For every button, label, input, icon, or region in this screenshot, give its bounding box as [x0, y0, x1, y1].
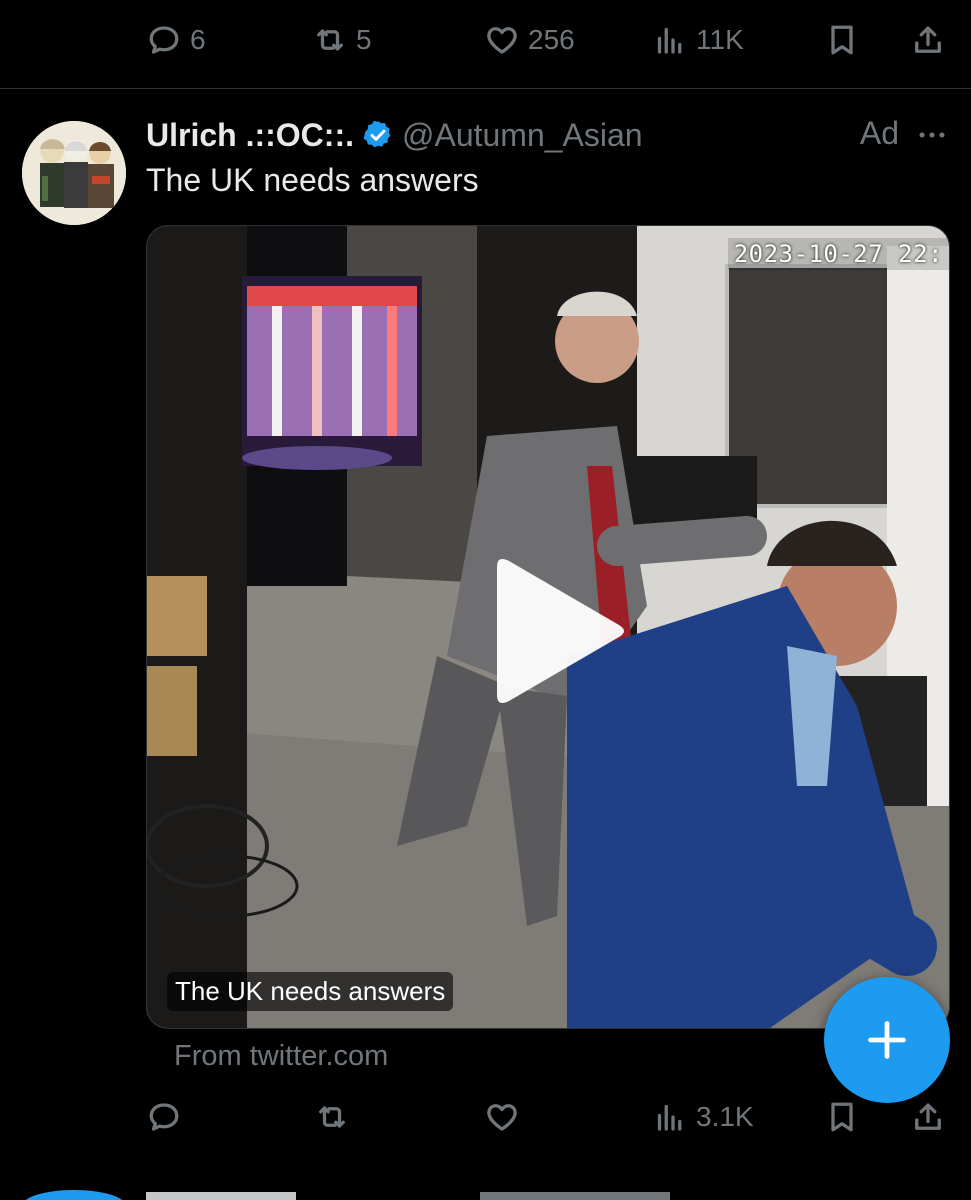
- views-count: 11K: [696, 24, 744, 55]
- video-timestamp: 2023-10-27 22:: [727, 238, 949, 270]
- reply-button[interactable]: 6: [146, 10, 206, 70]
- views-icon: [657, 1104, 682, 1131]
- views-count: 3.1K: [696, 1101, 754, 1132]
- bookmark-icon: [831, 1102, 853, 1132]
- share-button[interactable]: [910, 10, 946, 70]
- retweet-button[interactable]: 5: [312, 10, 372, 70]
- like-button[interactable]: [484, 1087, 528, 1147]
- like-count: 256: [528, 24, 575, 55]
- share-icon: [915, 26, 941, 53]
- more-icon[interactable]: [915, 118, 949, 152]
- tweet-divider: [0, 88, 971, 89]
- like-button[interactable]: 256: [484, 10, 575, 70]
- like-icon: [487, 1104, 517, 1131]
- bookmark-button[interactable]: [824, 10, 860, 70]
- tweet-text: The UK needs answers: [146, 162, 479, 198]
- views-button[interactable]: 3.1K: [652, 1087, 754, 1147]
- next-tweet-preview[interactable]: [0, 1178, 971, 1200]
- retweet-count: 5: [356, 24, 372, 55]
- share-icon: [915, 1103, 941, 1130]
- retweet-icon: [319, 1106, 345, 1128]
- reply-count: 6: [190, 24, 206, 55]
- compose-button[interactable]: [824, 977, 950, 1103]
- avatar-illustration: [22, 121, 126, 225]
- video-caption: The UK needs answers: [167, 972, 454, 1011]
- next-tweet-avatar: [25, 1190, 670, 1200]
- bookmark-icon: [831, 25, 853, 55]
- views-button[interactable]: 11K: [652, 10, 744, 70]
- views-icon: [657, 27, 682, 54]
- like-icon: [487, 27, 517, 54]
- tweet-header: Ulrich .::OC::. @Autumn_Asian: [146, 110, 643, 160]
- author-display-name[interactable]: Ulrich .::OC::.: [146, 117, 354, 154]
- ad-label: Ad: [859, 115, 899, 151]
- tweet-action-bar: 3.1K: [0, 1087, 971, 1147]
- avatar[interactable]: [22, 121, 126, 225]
- video-player[interactable]: 2023-10-27 22: The UK needs answers: [146, 225, 950, 1029]
- plus-icon: [868, 1021, 906, 1059]
- retweet-icon: [317, 29, 343, 51]
- retweet-button[interactable]: [314, 1087, 358, 1147]
- play-icon[interactable]: [491, 551, 631, 711]
- reply-icon: [149, 26, 179, 54]
- verified-icon: [363, 120, 391, 148]
- bookmark-button[interactable]: [824, 1087, 860, 1147]
- reply-icon: [149, 1103, 179, 1131]
- source-link[interactable]: From twitter.com: [174, 1040, 388, 1073]
- author-handle[interactable]: @Autumn_Asian: [402, 117, 643, 154]
- reply-button[interactable]: [146, 1087, 190, 1147]
- prev-tweet-action-bar: 6 5 256 11K: [0, 10, 971, 70]
